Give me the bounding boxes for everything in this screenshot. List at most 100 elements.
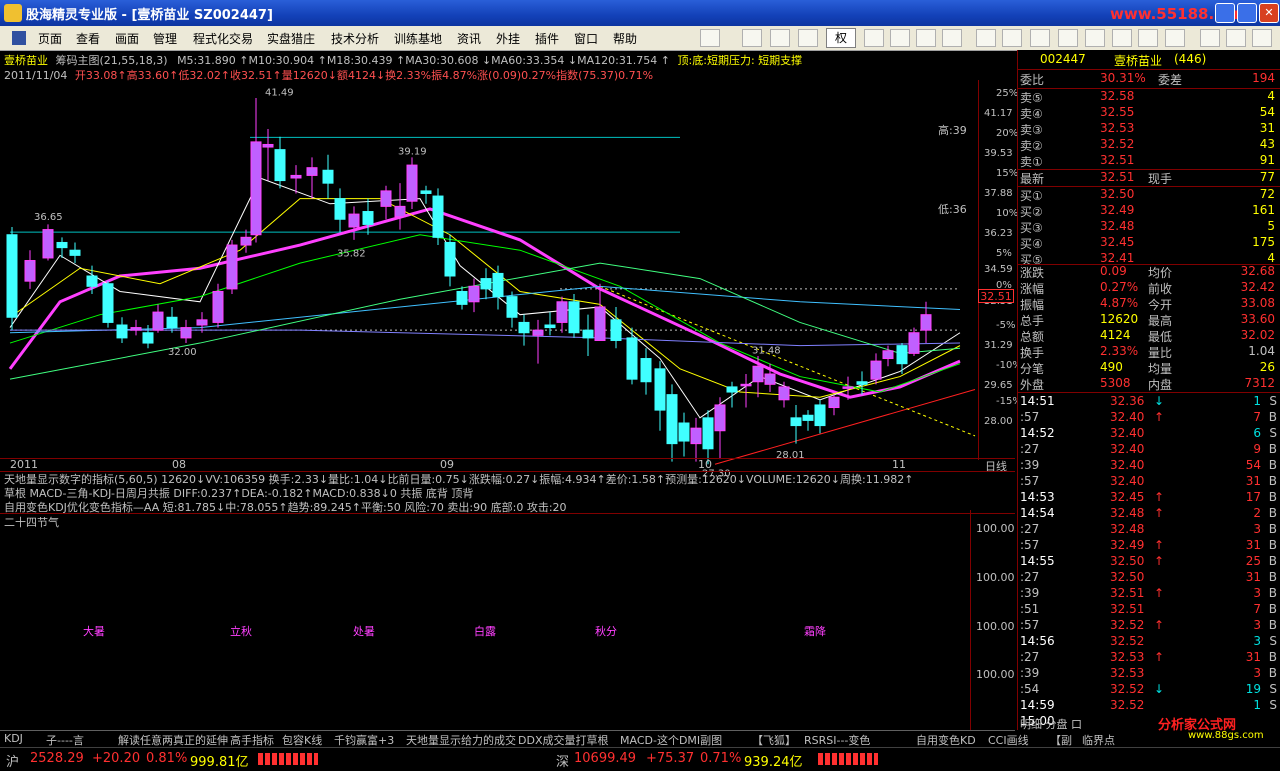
price-annotation: 39.19 bbox=[398, 147, 427, 158]
sell-volume: 4 bbox=[1267, 89, 1275, 103]
sell-row: 卖② 32.52 43 bbox=[1018, 137, 1280, 153]
x-axis: 2011 08 09 10 11 日线 bbox=[0, 458, 1015, 473]
quote-footer[interactable]: 明细 分盘 口 bbox=[1020, 716, 1082, 732]
tick-side: B bbox=[1268, 650, 1277, 664]
warning-icon[interactable] bbox=[1058, 29, 1078, 47]
folder-icon[interactable] bbox=[700, 29, 720, 47]
chart-area[interactable]: 壹桥苗业 筹码主图(21,55,18,3) M5:31.890 ↑M10:30.… bbox=[0, 50, 1022, 730]
menu-training[interactable]: 训练基地 bbox=[394, 30, 442, 47]
sell-price: 32.51 bbox=[1100, 153, 1135, 167]
list-icon[interactable] bbox=[1226, 29, 1246, 47]
chart-tool-icon[interactable] bbox=[864, 29, 884, 47]
screen-icon[interactable] bbox=[1252, 29, 1272, 47]
stat-row: 涨跌 0.09 均价 32.68 bbox=[1018, 264, 1280, 280]
trend-line bbox=[599, 285, 976, 437]
indicator-tab[interactable]: 临界点 bbox=[1082, 732, 1115, 748]
tick-side: B bbox=[1268, 442, 1277, 456]
doc-icon[interactable] bbox=[942, 29, 962, 47]
indicator-tab[interactable]: 天地量显示给力的成交 bbox=[406, 732, 516, 748]
tick-list[interactable]: 14:51 32.36 ↓ 1 S:57 32.40 ↑ 7 B 14:52 32.40 6 S:27 3… bbox=[1018, 394, 1280, 728]
menu-window[interactable]: 窗口 bbox=[574, 30, 598, 47]
weicha-label: 委差 bbox=[1158, 73, 1183, 87]
buy-price: 32.41 bbox=[1100, 251, 1135, 265]
tick-time: 14:55 bbox=[1020, 554, 1055, 568]
tick-side: B bbox=[1268, 570, 1277, 584]
tick-side: B bbox=[1268, 586, 1277, 600]
crosshair-icon[interactable] bbox=[890, 29, 910, 47]
price-annotation: 35.82 bbox=[337, 249, 366, 260]
lower-axis-label: 100.00 bbox=[976, 571, 1015, 584]
menu-manage[interactable]: 管理 bbox=[153, 30, 177, 47]
tick-side: S bbox=[1269, 394, 1277, 408]
tick-time: :39 bbox=[1020, 586, 1040, 600]
star-icon[interactable] bbox=[1165, 29, 1185, 47]
lower-axis-label: 100.00 bbox=[976, 668, 1015, 681]
candle-body bbox=[116, 324, 128, 339]
tick-arrow: ↑ bbox=[1154, 554, 1165, 568]
candle-body bbox=[740, 383, 752, 387]
close-button[interactable]: ✕ bbox=[1259, 3, 1279, 23]
pen-icon[interactable] bbox=[976, 29, 996, 47]
stat-label: 内盘 bbox=[1148, 378, 1173, 392]
stat-label: 前收 bbox=[1148, 282, 1173, 296]
menu-tech-analysis[interactable]: 技术分析 bbox=[331, 30, 379, 47]
indicator-tab[interactable]: 子----言 bbox=[46, 732, 84, 748]
tick-time: :27 bbox=[1020, 522, 1040, 536]
indicator-tab[interactable]: 千钧赢富+3 bbox=[334, 732, 394, 748]
candle-body bbox=[102, 283, 114, 323]
indicator-tab[interactable]: KDJ bbox=[4, 732, 23, 745]
sell-volume: 43 bbox=[1259, 137, 1275, 151]
palette-icon[interactable] bbox=[1112, 29, 1132, 47]
menu-hunt[interactable]: 实盘猎庄 bbox=[267, 30, 315, 47]
menu-program-trading[interactable]: 程式化交易 bbox=[193, 30, 253, 47]
pct-tick: 20% bbox=[996, 128, 1019, 139]
menu-plugins[interactable]: 插件 bbox=[535, 30, 559, 47]
tag-icon[interactable] bbox=[1030, 29, 1050, 47]
indicator-tab[interactable]: RSRSI---变色 bbox=[804, 732, 870, 748]
indicator-tab[interactable]: 【副 bbox=[1050, 732, 1072, 748]
menu-plugin-ext[interactable]: 外挂 bbox=[496, 30, 520, 47]
menu-canvas[interactable]: 画面 bbox=[115, 30, 139, 47]
price-annotation: 36.65 bbox=[34, 212, 63, 223]
tick-price: 32.48 bbox=[1110, 522, 1145, 536]
indicator-tab[interactable]: 自用变色KD bbox=[916, 732, 976, 748]
indicator-tab[interactable]: 包容K线 bbox=[282, 732, 322, 748]
grid-icon[interactable] bbox=[916, 29, 936, 47]
indicator-tab[interactable]: DDX成交量打草根 bbox=[518, 732, 608, 748]
candle-body bbox=[180, 327, 192, 339]
jieqi-label: 大暑 bbox=[83, 625, 105, 638]
menu-help[interactable]: 帮助 bbox=[613, 30, 637, 47]
minimize-button[interactable] bbox=[1215, 3, 1235, 23]
window-icon[interactable] bbox=[1200, 29, 1220, 47]
indicator-tab[interactable]: MACD-这个DMI副图 bbox=[620, 732, 722, 748]
indicator-tab[interactable]: CCI画线 bbox=[988, 732, 1029, 748]
candle-body bbox=[640, 358, 652, 383]
tick-volume: 7 bbox=[1253, 602, 1261, 616]
price-tick: 29.65 bbox=[984, 380, 1013, 391]
candle-body bbox=[240, 236, 252, 246]
indicator-tab[interactable]: 解读任意两真正的延伸 bbox=[118, 732, 228, 748]
rights-dropdown[interactable]: 权 bbox=[826, 28, 856, 48]
xianshou-value: 77 bbox=[1259, 170, 1275, 184]
tick-time: :57 bbox=[1020, 618, 1040, 632]
stock-name: 壹桥苗业 bbox=[4, 54, 48, 67]
menu-view[interactable]: 查看 bbox=[76, 30, 100, 47]
indicator-tab[interactable]: 高手指标 bbox=[230, 732, 274, 748]
menu-page[interactable]: 页面 bbox=[38, 30, 62, 47]
indicator-tab[interactable]: 【飞狐】 bbox=[752, 732, 796, 748]
menu-news[interactable]: 资讯 bbox=[457, 30, 481, 47]
layout-icon[interactable] bbox=[798, 29, 818, 47]
move-icon[interactable] bbox=[770, 29, 790, 47]
tick-time: :27 bbox=[1020, 442, 1040, 456]
print-icon[interactable] bbox=[742, 29, 762, 47]
tick-row: :39 32.40 54 B bbox=[1018, 458, 1280, 474]
person-icon[interactable] bbox=[1085, 29, 1105, 47]
calendar-icon[interactable] bbox=[1138, 29, 1158, 47]
sz-index: 10699.49 bbox=[574, 751, 637, 766]
eraser-icon[interactable] bbox=[1002, 29, 1022, 47]
buy-volume: 4 bbox=[1267, 251, 1275, 265]
stat-value: 2.33% bbox=[1100, 344, 1139, 358]
maximize-button[interactable] bbox=[1237, 3, 1257, 23]
tick-side: B bbox=[1268, 458, 1277, 472]
tick-price: 32.40 bbox=[1110, 474, 1145, 488]
